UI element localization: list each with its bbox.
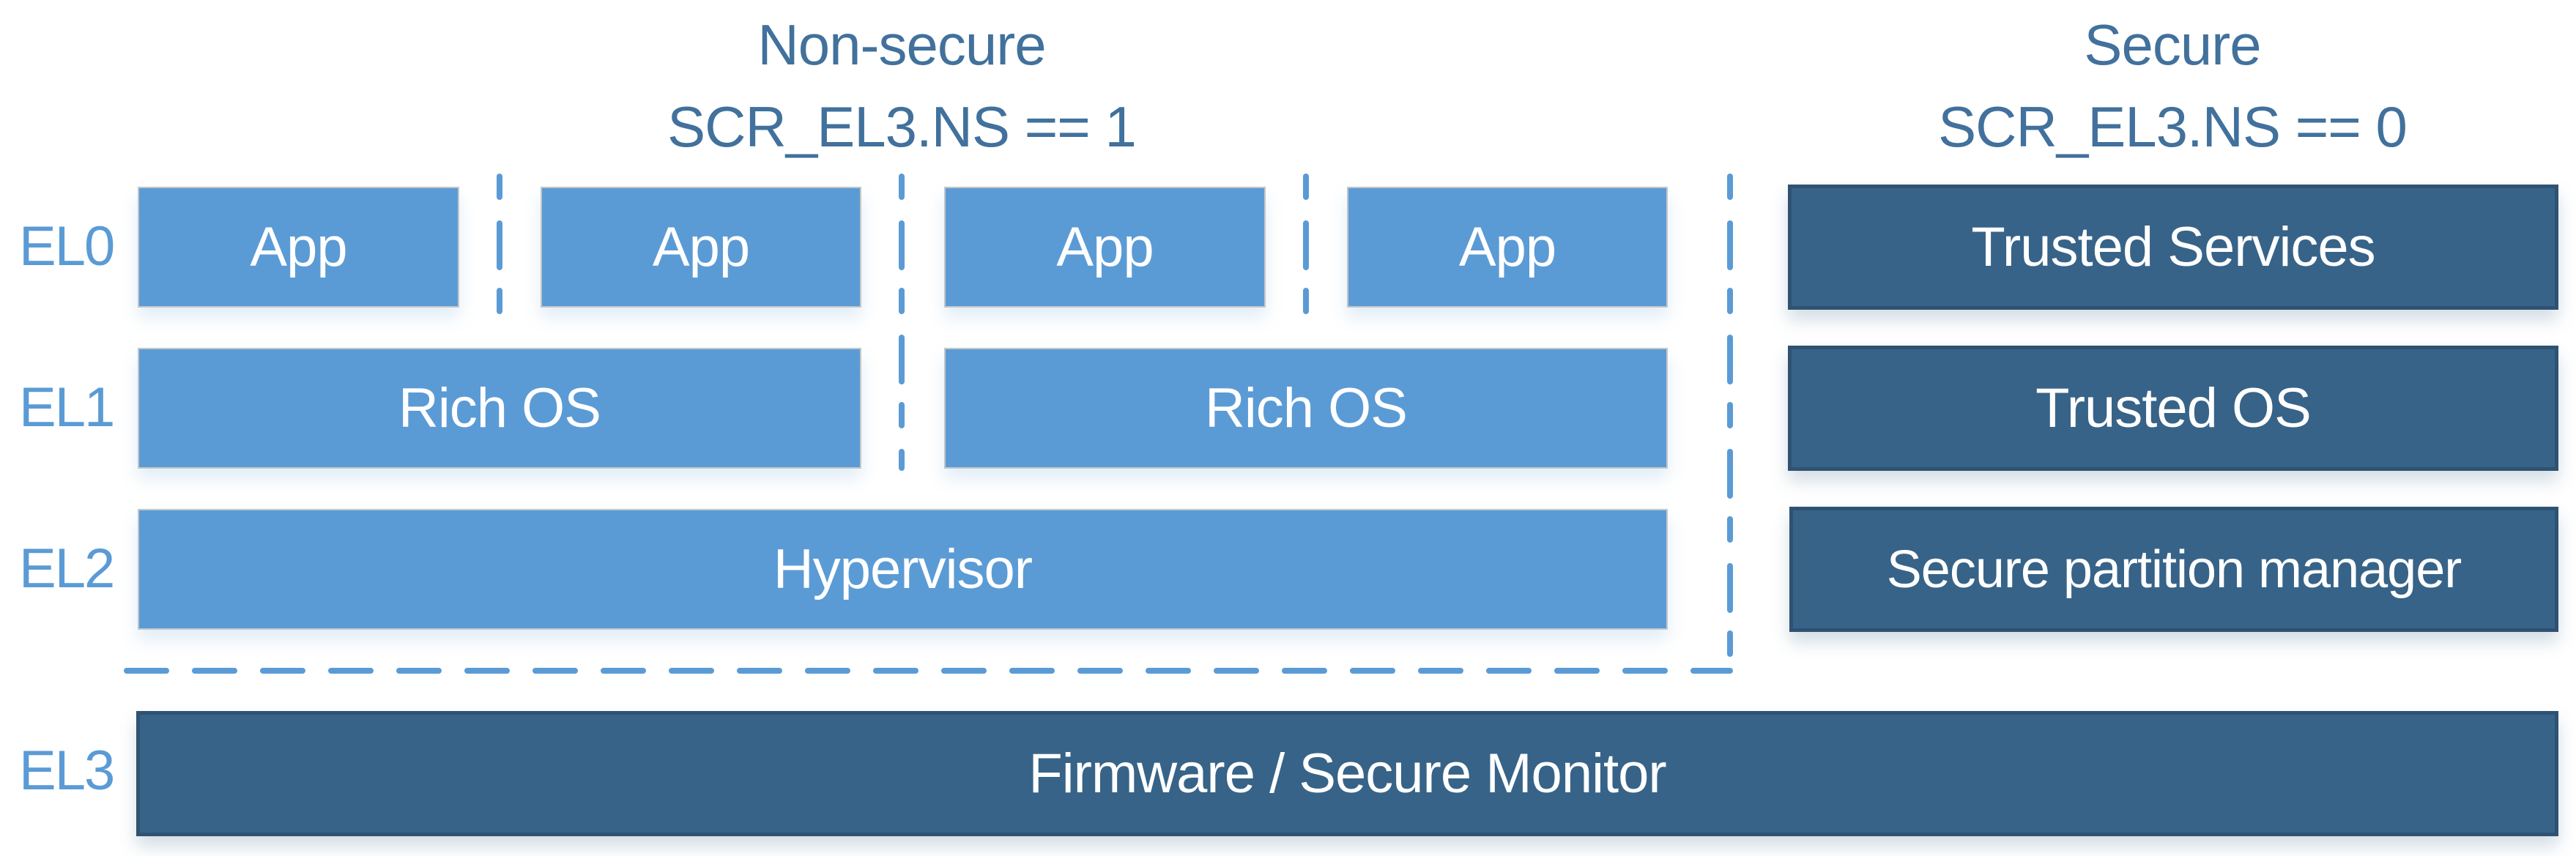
nonsecure-title: Non-secure	[757, 12, 1046, 77]
hypervisor-box[interactable]: Hypervisor	[138, 509, 1668, 630]
trusted-os-box[interactable]: Trusted OS	[1788, 346, 2558, 471]
trusted-os-label: Trusted OS	[2035, 377, 2312, 439]
app-box-1[interactable]: App	[138, 187, 459, 308]
app-box-2[interactable]: App	[541, 187, 861, 308]
secure-partition-manager-label: Secure partition manager	[1886, 540, 2462, 599]
trusted-services-box[interactable]: Trusted Services	[1788, 185, 2558, 310]
level-label-el0: EL0	[19, 215, 115, 278]
app-label: App	[250, 216, 347, 278]
app-label: App	[1056, 216, 1154, 278]
app-box-3[interactable]: App	[944, 187, 1266, 308]
hypervisor-label: Hypervisor	[773, 538, 1033, 600]
app-label: App	[652, 216, 750, 278]
rich-os-box-1[interactable]: Rich OS	[138, 348, 861, 469]
secure-monitor-box[interactable]: Firmware / Secure Monitor	[136, 711, 2558, 836]
rich-os-label: Rich OS	[1205, 377, 1408, 439]
app-label: App	[1458, 216, 1556, 278]
level-label-el1: EL1	[19, 376, 115, 439]
trusted-services-label: Trusted Services	[1971, 216, 2375, 278]
secure-monitor-label: Firmware / Secure Monitor	[1028, 743, 1666, 805]
level-label-el3: EL3	[19, 740, 115, 802]
secure-title: Secure	[2084, 12, 2261, 77]
nonsecure-condition: SCR_EL3.NS == 1	[667, 94, 1137, 159]
secure-condition: SCR_EL3.NS == 0	[1938, 94, 2408, 159]
secure-partition-manager-box[interactable]: Secure partition manager	[1789, 507, 2558, 632]
level-label-el2: EL2	[19, 537, 115, 600]
rich-os-label: Rich OS	[398, 377, 601, 439]
rich-os-box-2[interactable]: Rich OS	[944, 348, 1668, 469]
app-box-4[interactable]: App	[1347, 187, 1668, 308]
